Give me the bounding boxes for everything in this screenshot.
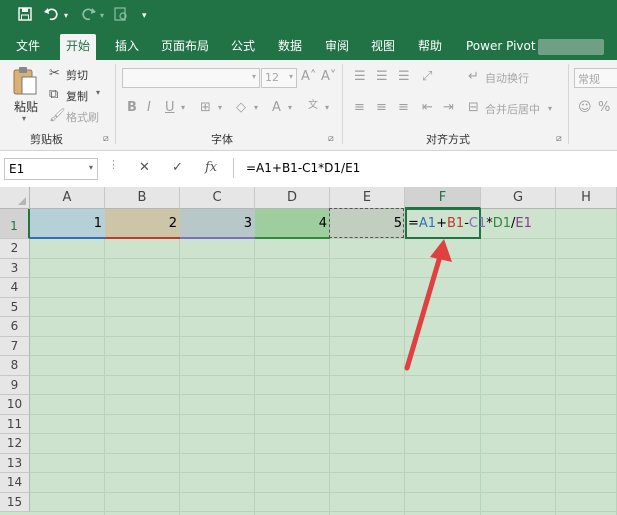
title-bar: ▾ ▾ ▾ (0, 0, 617, 34)
copy-icon[interactable]: ⧉ (49, 87, 58, 103)
italic-icon[interactable]: I (147, 100, 151, 116)
font-color-icon[interactable]: A (272, 100, 281, 116)
decrease-indent-icon[interactable]: ⇤ (422, 100, 433, 116)
separator (568, 64, 569, 144)
tab-review[interactable]: 审阅 (325, 34, 349, 60)
align-center-icon[interactable]: ≡ (376, 100, 387, 116)
redo-icon[interactable] (80, 7, 96, 26)
cut-label[interactable]: 剪切 (66, 67, 88, 83)
orientation-icon[interactable]: ⤢ (422, 69, 432, 85)
underline-dropdown-icon[interactable]: ▾ (181, 100, 185, 116)
alignment-group-label: 对齐方式 (426, 133, 470, 146)
tab-page-layout[interactable]: 页面布局 (161, 34, 209, 60)
increase-indent-icon[interactable]: ⇥ (443, 100, 454, 116)
bold-icon[interactable]: B (127, 100, 137, 116)
wrap-text-icon[interactable]: ↵ (468, 69, 479, 85)
format-painter-icon[interactable]: 🖌 (49, 108, 66, 124)
confirm-entry-icon[interactable]: ✓ (172, 160, 183, 175)
font-size-combo[interactable]: 12 ▾ (261, 68, 297, 88)
merge-center-icon[interactable]: ⊟ (468, 100, 479, 116)
number-format-value: 常规 (578, 73, 600, 86)
paste-icon[interactable] (12, 66, 38, 100)
cancel-entry-icon[interactable]: ✕ (139, 160, 150, 175)
tab-power-pivot[interactable]: Power Pivot (466, 34, 536, 60)
percent-icon[interactable]: % (598, 100, 610, 116)
worksheet-grid[interactable]: ABCDEFGH 1 2 3 4 5 6 7 8 9 10 11 12 13 14 15 1 2 3 4 5… (0, 187, 617, 515)
formula-text: =A1+B1-C1*D1/E1 (246, 161, 361, 175)
tab-home[interactable]: 开始 (60, 34, 97, 60)
tab-data[interactable]: 数据 (278, 34, 302, 60)
copy-label[interactable]: 复制 (66, 88, 88, 104)
font-color-dropdown-icon[interactable]: ▾ (288, 100, 292, 116)
name-box[interactable]: E1 ▾ (4, 158, 98, 180)
fill-color-icon[interactable]: ◇ (236, 100, 246, 116)
tab-view[interactable]: 视图 (371, 34, 395, 60)
clipboard-launcher-icon[interactable]: ⧄ (103, 134, 109, 144)
font-group-label: 字体 (211, 133, 233, 146)
customize-qat-icon[interactable]: ▾ (142, 7, 147, 25)
increase-font-icon[interactable]: A˄ (301, 69, 316, 85)
formula-input[interactable]: =A1+B1-C1*D1/E1 (233, 158, 617, 178)
align-right-icon[interactable]: ≡ (398, 100, 409, 116)
tab-formulas[interactable]: 公式 (231, 34, 255, 60)
annotation-arrow (404, 239, 452, 371)
print-preview-icon[interactable] (114, 7, 128, 26)
ribbon-tabs: 文件 开始 插入 页面布局 公式 数据 审阅 视图 帮助 Power Pivot (0, 34, 617, 60)
currency-icon[interactable]: ☺ (578, 100, 592, 116)
ribbon: 粘贴 ▾ ✂ 剪切 ⧉ 复制 ▾ 🖌 格式刷 剪贴板 ⧄ ▾ 12 ▾ A˄ A… (0, 60, 617, 151)
merge-dropdown-icon[interactable]: ▾ (548, 101, 552, 117)
tab-help[interactable]: 帮助 (418, 34, 442, 60)
copy-dropdown-icon[interactable]: ▾ (96, 88, 100, 97)
wrap-text-label[interactable]: 自动换行 (485, 70, 529, 86)
chevron-down-icon: ▾ (88, 163, 93, 172)
align-middle-icon[interactable]: ☰ (376, 69, 388, 85)
undo-dropdown-icon[interactable]: ▾ (64, 7, 68, 25)
format-painter-label[interactable]: 格式刷 (66, 109, 99, 125)
redo-dropdown-icon[interactable]: ▾ (100, 7, 104, 25)
paste-dropdown-icon[interactable]: ▾ (22, 114, 26, 123)
border-icon[interactable]: ⊞ (200, 100, 211, 116)
formula-bar-grip-icon[interactable]: ⋮ (108, 158, 119, 171)
tab-file[interactable]: 文件 (16, 34, 40, 60)
phonetic-icon[interactable]: 文 (308, 98, 318, 114)
underline-icon[interactable]: U (165, 100, 175, 116)
font-launcher-icon[interactable]: ⧄ (328, 134, 334, 144)
merge-center-label[interactable]: 合并后居中 (485, 101, 540, 117)
align-bottom-icon[interactable]: ☰ (398, 69, 410, 85)
save-icon[interactable] (18, 7, 32, 26)
separator (342, 64, 343, 144)
font-name-combo[interactable]: ▾ (122, 68, 260, 88)
font-size-value: 12 (265, 71, 279, 84)
name-box-value: E1 (9, 162, 25, 176)
chevron-down-icon: ▾ (251, 72, 256, 81)
alignment-launcher-icon[interactable]: ⧄ (556, 134, 562, 144)
paste-label[interactable]: 粘贴 (14, 98, 38, 115)
fill-dropdown-icon[interactable]: ▾ (254, 100, 258, 116)
scissors-icon[interactable]: ✂ (49, 66, 60, 82)
tab-insert[interactable]: 插入 (115, 34, 139, 60)
border-dropdown-icon[interactable]: ▾ (218, 100, 222, 116)
number-format-combo[interactable]: 常规 (574, 68, 617, 88)
align-top-icon[interactable]: ☰ (354, 69, 366, 85)
account-area[interactable] (538, 39, 604, 55)
insert-function-icon[interactable]: fx (205, 160, 217, 175)
formula-bar: E1 ▾ ⋮ ✕ ✓ fx =A1+B1-C1*D1/E1 (0, 151, 617, 188)
clipboard-group-label: 剪贴板 (30, 133, 63, 146)
separator (115, 64, 116, 144)
phonetic-dropdown-icon[interactable]: ▾ (325, 100, 329, 116)
decrease-font-icon[interactable]: A˅ (321, 69, 336, 85)
chevron-down-icon: ▾ (288, 72, 293, 81)
undo-icon[interactable] (44, 7, 60, 26)
align-left-icon[interactable]: ≡ (354, 100, 365, 116)
